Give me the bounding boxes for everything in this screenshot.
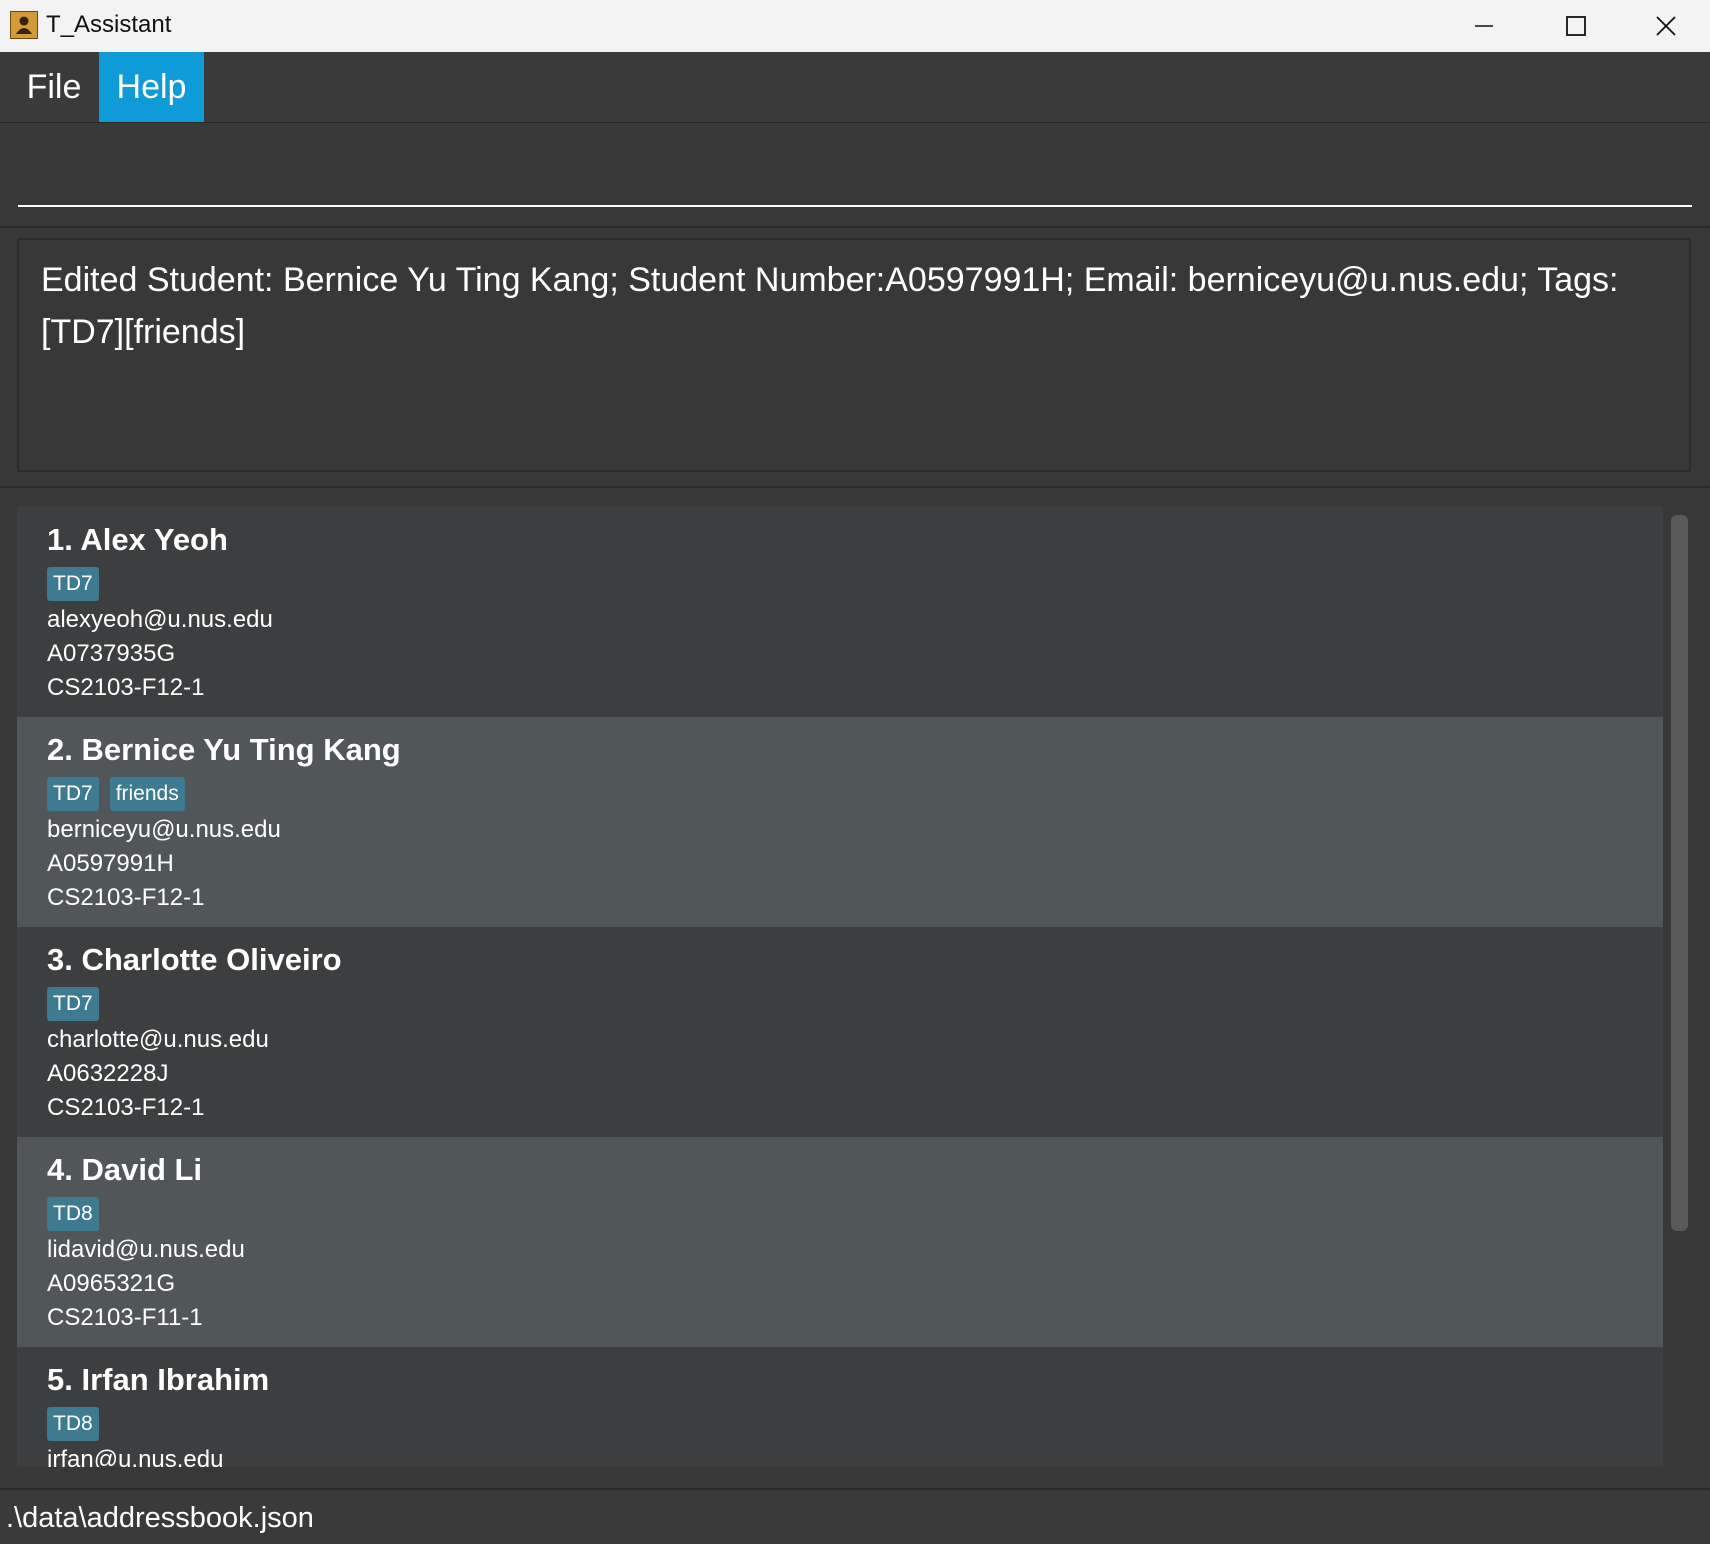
tag-list: TD7 — [47, 567, 1663, 601]
student-email: lidavid@u.nus.edu — [47, 1236, 245, 1263]
student-name: 1. Alex Yeoh — [47, 522, 228, 557]
tag: TD8 — [47, 1407, 99, 1441]
tag-list: TD8 — [47, 1197, 1663, 1231]
title-bar[interactable]: T_Assistant — [0, 0, 1710, 52]
student-email: charlotte@u.nus.edu — [47, 1026, 269, 1053]
window-title: T_Assistant — [46, 11, 172, 38]
student-email: irfan@u.nus.edu — [47, 1446, 224, 1467]
student-number: A0737935G — [47, 640, 176, 667]
student-number: A0965321G — [47, 1270, 176, 1297]
menu-bar: File Help — [0, 52, 1710, 123]
student-name: 4. David Li — [47, 1152, 203, 1187]
tag: TD8 — [47, 1197, 99, 1231]
status-bar: .\data\addressbook.json — [0, 1488, 1710, 1544]
minimize-icon — [1475, 25, 1493, 27]
student-class: CS2103-F12-1 — [47, 1094, 205, 1121]
address-book-icon — [10, 11, 38, 39]
tag: TD7 — [47, 777, 99, 811]
student-number: A0597991H — [47, 850, 174, 877]
tag: TD7 — [47, 567, 99, 601]
command-input[interactable] — [18, 149, 1692, 207]
student-name: 2. Bernice Yu Ting Kang — [47, 732, 401, 767]
list-scrollbar[interactable] — [1663, 507, 1693, 1467]
maximize-icon — [1566, 16, 1586, 36]
student-email: berniceyu@u.nus.edu — [47, 816, 281, 843]
close-icon — [1656, 16, 1676, 36]
close-button[interactable] — [1620, 0, 1710, 52]
result-display[interactable]: Edited Student: Bernice Yu Ting Kang; St… — [17, 238, 1691, 472]
tag-list: TD7 friends — [47, 777, 1663, 811]
student-card[interactable]: 1. Alex Yeoh TD7 alexyeoh@u.nus.edu A073… — [17, 507, 1663, 717]
student-card[interactable]: 5. Irfan Ibrahim TD8 irfan@u.nus.edu — [17, 1347, 1663, 1467]
student-card[interactable]: 2. Bernice Yu Ting Kang TD7 friends bern… — [17, 717, 1663, 927]
student-name: 5. Irfan Ibrahim — [47, 1362, 270, 1397]
student-card[interactable]: 3. Charlotte Oliveiro TD7 charlotte@u.nu… — [17, 927, 1663, 1137]
save-file-path: .\data\addressbook.json — [6, 1502, 314, 1534]
tag: friends — [109, 777, 185, 811]
tag-list: TD8 — [47, 1407, 1663, 1441]
student-number: A0632228J — [47, 1060, 169, 1087]
result-display-panel: Edited Student: Bernice Yu Ting Kang; St… — [0, 228, 1710, 488]
command-box — [0, 123, 1710, 228]
maximize-button[interactable] — [1530, 0, 1622, 52]
tag-list: TD7 — [47, 987, 1663, 1021]
student-name: 3. Charlotte Oliveiro — [47, 942, 342, 977]
student-email: alexyeoh@u.nus.edu — [47, 606, 273, 633]
tag: TD7 — [47, 987, 99, 1021]
student-class: CS2103-F12-1 — [47, 884, 205, 911]
minimize-button[interactable] — [1438, 0, 1530, 52]
student-class: CS2103-F11-1 — [47, 1304, 203, 1331]
result-message: Edited Student: Bernice Yu Ting Kang; St… — [41, 261, 1619, 351]
student-list-panel: 1. Alex Yeoh TD7 alexyeoh@u.nus.edu A073… — [0, 488, 1710, 1488]
main-window: T_Assistant File Help Edited Student: Be… — [0, 0, 1710, 1544]
student-list[interactable]: 1. Alex Yeoh TD7 alexyeoh@u.nus.edu A073… — [17, 507, 1663, 1467]
menu-help[interactable]: Help — [99, 52, 204, 122]
menu-file[interactable]: File — [10, 52, 98, 122]
student-class: CS2103-F12-1 — [47, 674, 205, 701]
student-card[interactable]: 4. David Li TD8 lidavid@u.nus.edu A09653… — [17, 1137, 1663, 1347]
scrollbar-thumb[interactable] — [1671, 515, 1688, 1231]
